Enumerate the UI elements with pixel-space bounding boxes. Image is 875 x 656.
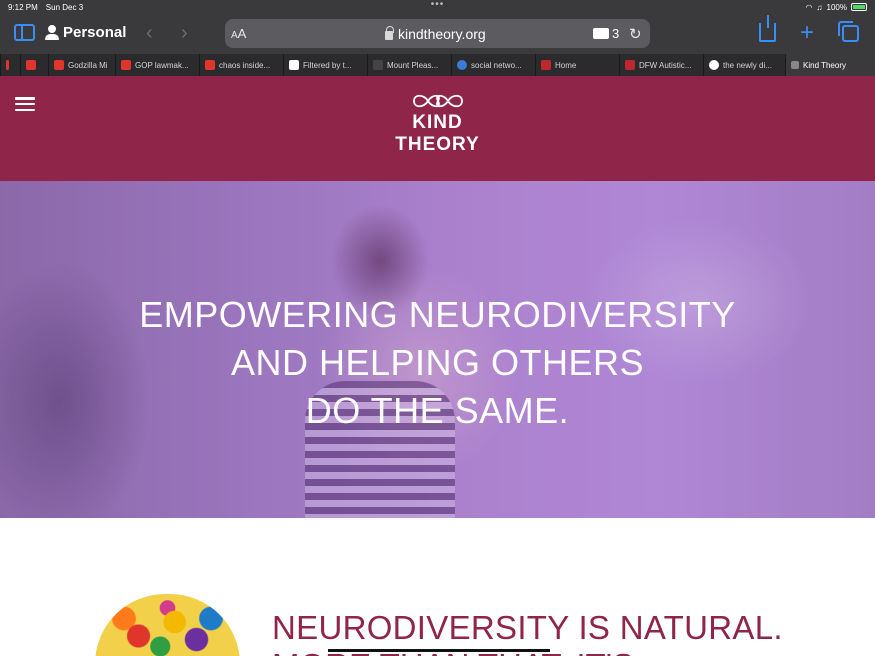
tab-item[interactable]: Filtered by t... [283, 54, 367, 76]
person-icon [45, 25, 59, 40]
tab-item[interactable]: Mount Pleas... [367, 54, 451, 76]
tab-item[interactable]: GOP lawmak... [115, 54, 199, 76]
tab-item[interactable]: social netwo... [451, 54, 535, 76]
tab-item[interactable]: Home [535, 54, 619, 76]
status-right: ◠ ♫ 100% [806, 3, 867, 12]
youtube-icon [205, 60, 215, 70]
tab-title: DFW Autistic... [639, 60, 692, 70]
extension-icon [593, 28, 609, 39]
news-icon [709, 60, 719, 70]
share-icon[interactable] [759, 15, 776, 42]
extensions-count: 3 [612, 26, 620, 41]
tab-item[interactable]: DFW Autistic... [619, 54, 703, 76]
tab-item[interactable]: Godzilla Mi [48, 54, 115, 76]
site-icon [373, 60, 383, 70]
menu-icon[interactable] [15, 97, 35, 111]
intro-section: NEURODIVERSITY IS NATURAL. MORE THAN THA… [0, 518, 875, 656]
wifi-icon: ◠ [805, 2, 813, 12]
status-date: Sun Dec 3 [45, 2, 84, 12]
back-arrow-icon[interactable]: ‹ [146, 22, 153, 45]
tab-title: GOP lawmak... [135, 60, 189, 70]
tab-title: the newly di... [723, 60, 772, 70]
section-heading: NEURODIVERSITY IS NATURAL. [272, 609, 783, 646]
hero-banner: EMPOWERING NEURODIVERSITY AND HELPING OT… [0, 181, 875, 518]
lock-icon [385, 25, 394, 40]
tab-overview-icon[interactable] [838, 21, 859, 42]
reader-options-button[interactable]: AA [231, 26, 246, 41]
tab-title: Home [555, 60, 577, 70]
globe-icon [457, 60, 467, 70]
site-header: KIND THEORY [0, 76, 875, 181]
extensions-button[interactable]: 3 [593, 26, 619, 41]
site-icon [541, 60, 551, 70]
browser-toolbar: Personal ‹ › AA kindtheory.org 3 ↻ + [0, 14, 875, 54]
wordpress-icon [289, 60, 299, 70]
tab-title: chaos inside... [219, 60, 271, 70]
close-tab-icon[interactable] [791, 61, 799, 69]
profile-button[interactable]: Personal [45, 24, 126, 41]
site-logo[interactable]: KIND THEORY [380, 90, 495, 156]
tree-of-hands-image [95, 594, 240, 656]
reload-icon[interactable]: ↻ [629, 25, 642, 43]
forward-arrow-icon[interactable]: › [181, 22, 188, 45]
tab-title: Kind Theory [803, 60, 846, 70]
logo-line-1: KIND [412, 112, 463, 133]
tab-title: social netwo... [471, 60, 522, 70]
hero-title: EMPOWERING NEURODIVERSITY AND HELPING OT… [0, 291, 875, 435]
tab-strip: Godzilla Mi GOP lawmak... chaos inside..… [0, 54, 875, 76]
youtube-icon [26, 60, 36, 70]
multitasking-dots-icon[interactable]: ••• [431, 0, 445, 10]
profile-label: Personal [63, 24, 127, 41]
tab-title: Mount Pleas... [387, 60, 439, 70]
tab-item[interactable] [20, 54, 48, 76]
tab-title: Filtered by t... [303, 60, 352, 70]
address-bar[interactable]: AA kindtheory.org 3 ↻ [225, 19, 650, 48]
headphones-icon: ♫ [816, 2, 823, 12]
battery-percent: 100% [826, 2, 847, 12]
tab-item-active[interactable]: Kind Theory [785, 54, 875, 76]
new-tab-icon[interactable]: + [800, 19, 814, 47]
battery-icon [851, 3, 867, 11]
tab-item[interactable]: the newly di... [703, 54, 785, 76]
heading-underline [328, 649, 550, 652]
url-text: kindtheory.org [398, 25, 486, 42]
hero-line-3: DO THE SAME. [305, 390, 570, 431]
status-bar: 9:12 PM Sun Dec 3 ••• ◠ ♫ 100% [0, 0, 875, 14]
logo-line-2: THEORY [395, 134, 480, 155]
tab-title: Godzilla Mi [68, 60, 108, 70]
tab-favicon-icon [6, 60, 9, 70]
hero-line-1: EMPOWERING NEURODIVERSITY [139, 294, 736, 335]
youtube-icon [54, 60, 64, 70]
status-time: 9:12 PM [8, 2, 38, 12]
sidebar-toggle-icon[interactable] [14, 24, 35, 41]
tab-item[interactable] [0, 54, 20, 76]
hero-line-2: AND HELPING OTHERS [230, 342, 645, 383]
tab-item[interactable]: chaos inside... [199, 54, 283, 76]
youtube-icon [121, 60, 131, 70]
url-display[interactable]: kindtheory.org [385, 25, 486, 42]
infinity-knot-icon [412, 94, 463, 108]
site-icon [625, 60, 635, 70]
